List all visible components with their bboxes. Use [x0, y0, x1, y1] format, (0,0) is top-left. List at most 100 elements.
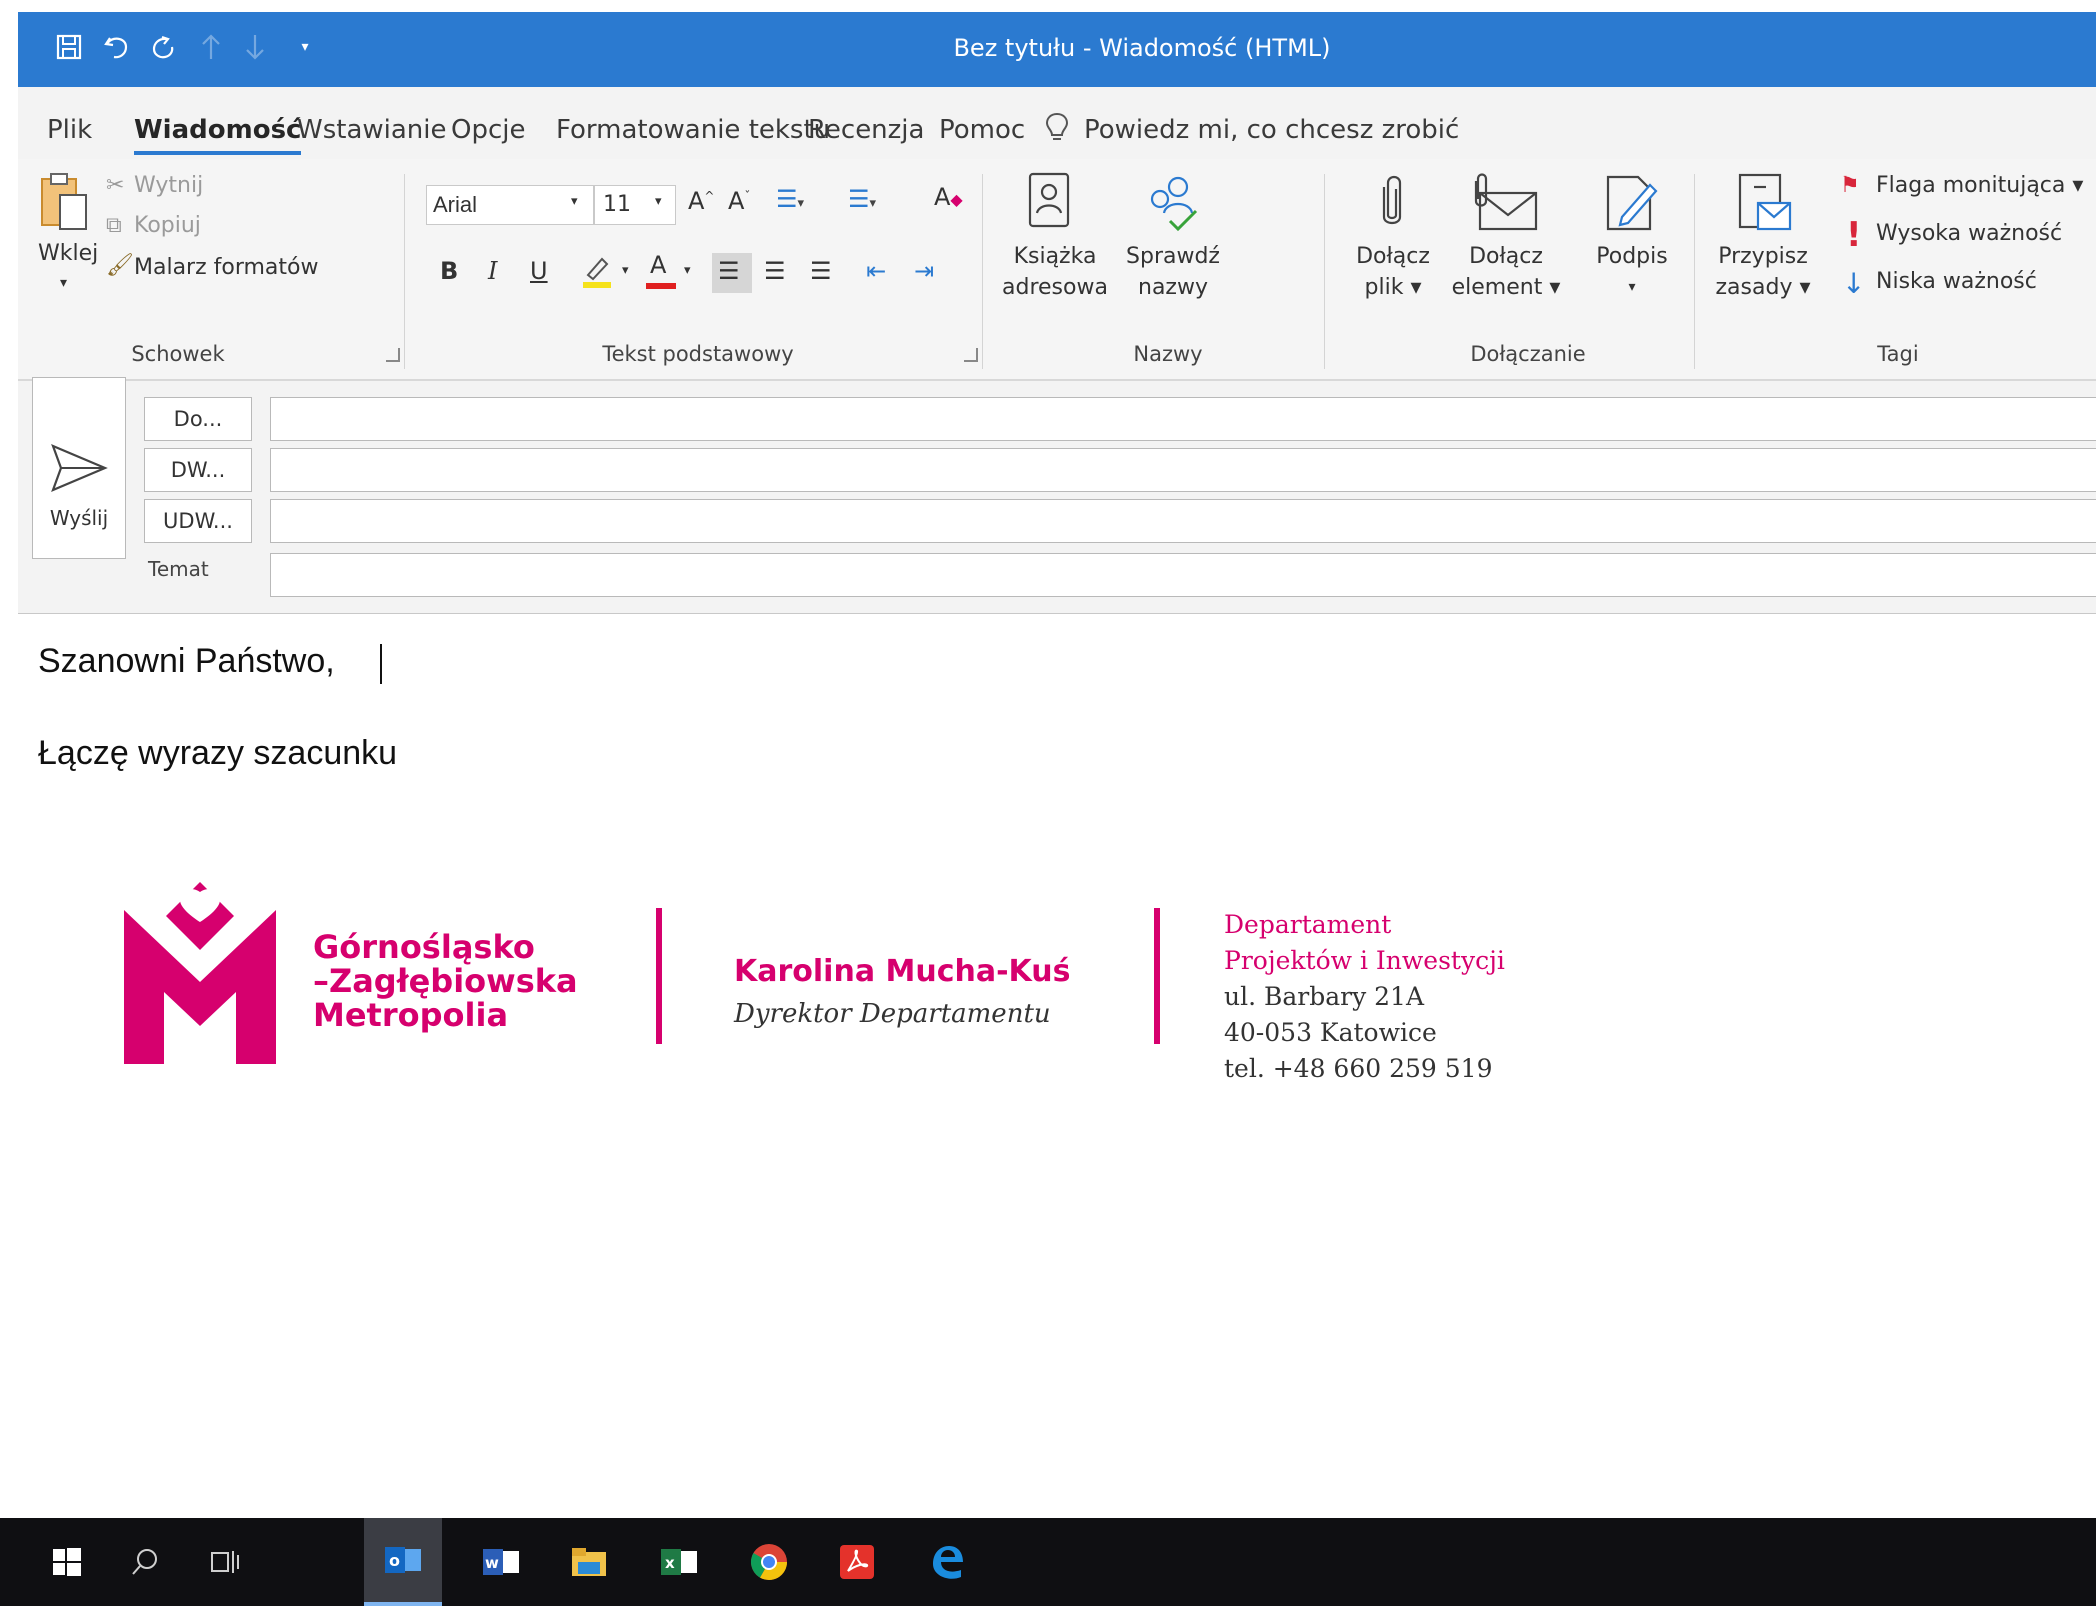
align-center-icon[interactable]: ☰: [764, 257, 786, 285]
bold-icon[interactable]: B: [440, 257, 458, 285]
follow-up-label: Flaga monitująca ▾: [1876, 173, 2084, 198]
attach-file-label-2: plik ▾: [1364, 275, 1422, 300]
font-name-value: Arial: [433, 192, 478, 217]
address-book-label-2: adresowa: [1002, 275, 1108, 300]
to-button[interactable]: Do...: [144, 397, 252, 441]
svg-text:o: o: [389, 1551, 400, 1570]
group-label-tags: Tagi: [1877, 342, 1919, 366]
flag-icon: ⚑: [1840, 173, 1860, 198]
tab-review[interactable]: Recenzja: [808, 115, 924, 145]
decrease-indent-icon[interactable]: ⇤: [866, 257, 886, 285]
tab-file[interactable]: Plik: [47, 115, 92, 145]
org-name-2: –Zagłębiowska: [313, 962, 578, 1000]
cc-button[interactable]: DW...: [144, 448, 252, 492]
format-painter-label: Malarz formatów: [134, 255, 319, 280]
search-icon[interactable]: [106, 1518, 184, 1606]
check-names-icon: [1150, 176, 1198, 232]
send-label: Wyślij: [49, 506, 109, 530]
window-title: Bez tytułu - Wiadomość (HTML): [953, 34, 1331, 62]
paperclip-icon: [1382, 175, 1402, 225]
align-right-icon[interactable]: ☰: [810, 257, 832, 285]
grow-font-icon[interactable]: A^: [688, 187, 714, 215]
message-body[interactable]: Szanowni Państwo, Łączę wyrazy szacunku …: [18, 613, 2096, 1518]
outlook-icon[interactable]: o: [364, 1518, 442, 1606]
to-field[interactable]: [270, 397, 2096, 441]
numbering-icon[interactable]: ☰▾: [848, 185, 876, 213]
acrobat-icon[interactable]: [818, 1518, 896, 1606]
assign-policy-button[interactable]: Przypisz zasady ▾: [1708, 171, 1818, 331]
signature-street: ul. Barbary 21A: [1224, 982, 1425, 1011]
attach-file-label: Dołącz: [1356, 244, 1430, 269]
tell-me-search[interactable]: Powiedz mi, co chcesz zrobić: [1084, 115, 1459, 145]
format-painter-icon: 🖌: [106, 253, 134, 278]
save-icon[interactable]: [48, 26, 90, 68]
tab-insert[interactable]: Wstawianie: [297, 115, 447, 145]
increase-indent-icon[interactable]: ⇥: [914, 257, 934, 285]
chevron-down-icon: ▾: [571, 194, 578, 209]
clipboard-launcher-icon[interactable]: [386, 348, 400, 362]
signature-button[interactable]: Podpis ▾: [1584, 171, 1680, 331]
signature-name: Karolina Mucha-Kuś: [734, 954, 1071, 989]
signature-icon: [1606, 175, 1658, 231]
task-view-icon[interactable]: [186, 1518, 264, 1606]
check-names-label: Sprawdź: [1126, 244, 1220, 269]
signature-label: Podpis: [1596, 244, 1668, 269]
paste-icon: [41, 173, 87, 230]
paste-dropdown-icon[interactable]: ▾: [60, 275, 67, 291]
text-cursor: [380, 644, 382, 684]
paste-button[interactable]: Wklej ▾: [38, 171, 98, 291]
attach-file-button[interactable]: Dołącz plik ▾: [1348, 171, 1438, 331]
signature-phone: tel. +48 660 259 519: [1224, 1054, 1493, 1083]
address-book-button[interactable]: Książka adresowa: [1000, 171, 1110, 331]
shrink-font-icon[interactable]: Aˇ: [728, 187, 750, 215]
bcc-field[interactable]: [270, 499, 2096, 543]
assign-policy-label: Przypisz: [1718, 244, 1808, 269]
tab-message[interactable]: Wiadomość: [134, 115, 302, 155]
tab-options[interactable]: Opcje: [451, 115, 525, 145]
org-name-3: Metropolia: [313, 996, 509, 1034]
address-book-icon: [1028, 172, 1070, 228]
chrome-icon[interactable]: [730, 1518, 808, 1606]
tab-help[interactable]: Pomoc: [939, 115, 1025, 145]
ribbon-separator: [982, 174, 983, 369]
body-closing: Łączę wyrazy szacunku: [38, 734, 398, 772]
check-names-label-2: nazwy: [1138, 275, 1208, 300]
file-explorer-icon[interactable]: [550, 1518, 628, 1606]
metropolia-logo: [124, 882, 276, 1064]
underline-icon[interactable]: U: [530, 257, 548, 285]
highlight-icon[interactable]: [580, 253, 614, 293]
font-launcher-icon[interactable]: [964, 348, 978, 362]
word-icon[interactable]: w: [462, 1518, 540, 1606]
cut-label: Wytnij: [134, 173, 204, 198]
bcc-button[interactable]: UDW...: [144, 499, 252, 543]
italic-icon[interactable]: I: [488, 257, 497, 285]
high-importance-label: Wysoka ważność: [1876, 221, 2063, 246]
svg-text:w: w: [485, 1554, 499, 1572]
cc-field[interactable]: [270, 448, 2096, 492]
ribbon-tabs: Plik Wiadomość Wstawianie Opcje Formatow…: [18, 87, 2096, 159]
scissors-icon: ✂: [106, 173, 125, 198]
attach-item-button[interactable]: Dołącz element ▾: [1446, 171, 1566, 331]
windows-start-icon[interactable]: [28, 1518, 106, 1606]
chevron-down-icon[interactable]: ▾: [622, 263, 629, 278]
font-size-select[interactable]: 11 ▾: [594, 185, 676, 225]
align-left-icon[interactable]: ☰: [712, 253, 752, 293]
group-label-basic-text: Tekst podstawowy: [602, 342, 794, 366]
font-name-select[interactable]: Arial ▾: [426, 185, 594, 225]
body-greeting: Szanowni Państwo,: [38, 642, 335, 680]
paste-label: Wklej: [38, 241, 99, 266]
check-names-button[interactable]: Sprawdź nazwy: [1118, 171, 1228, 331]
chevron-down-icon[interactable]: ▾: [684, 263, 691, 278]
svg-text:x: x: [665, 1554, 675, 1572]
send-icon: [51, 444, 108, 492]
send-button[interactable]: Wyślij: [32, 377, 126, 559]
tab-format-text[interactable]: Formatowanie tekstu: [556, 115, 830, 145]
clear-formatting-icon[interactable]: A◆: [934, 183, 963, 211]
group-label-include: Dołączanie: [1470, 342, 1586, 366]
subject-field[interactable]: [270, 553, 2096, 597]
edge-icon[interactable]: [908, 1518, 986, 1606]
bullets-icon[interactable]: ☰▾: [776, 185, 804, 213]
group-label-names: Nazwy: [1133, 342, 1203, 366]
excel-icon[interactable]: x: [640, 1518, 718, 1606]
group-label-clipboard: Schowek: [131, 342, 225, 366]
